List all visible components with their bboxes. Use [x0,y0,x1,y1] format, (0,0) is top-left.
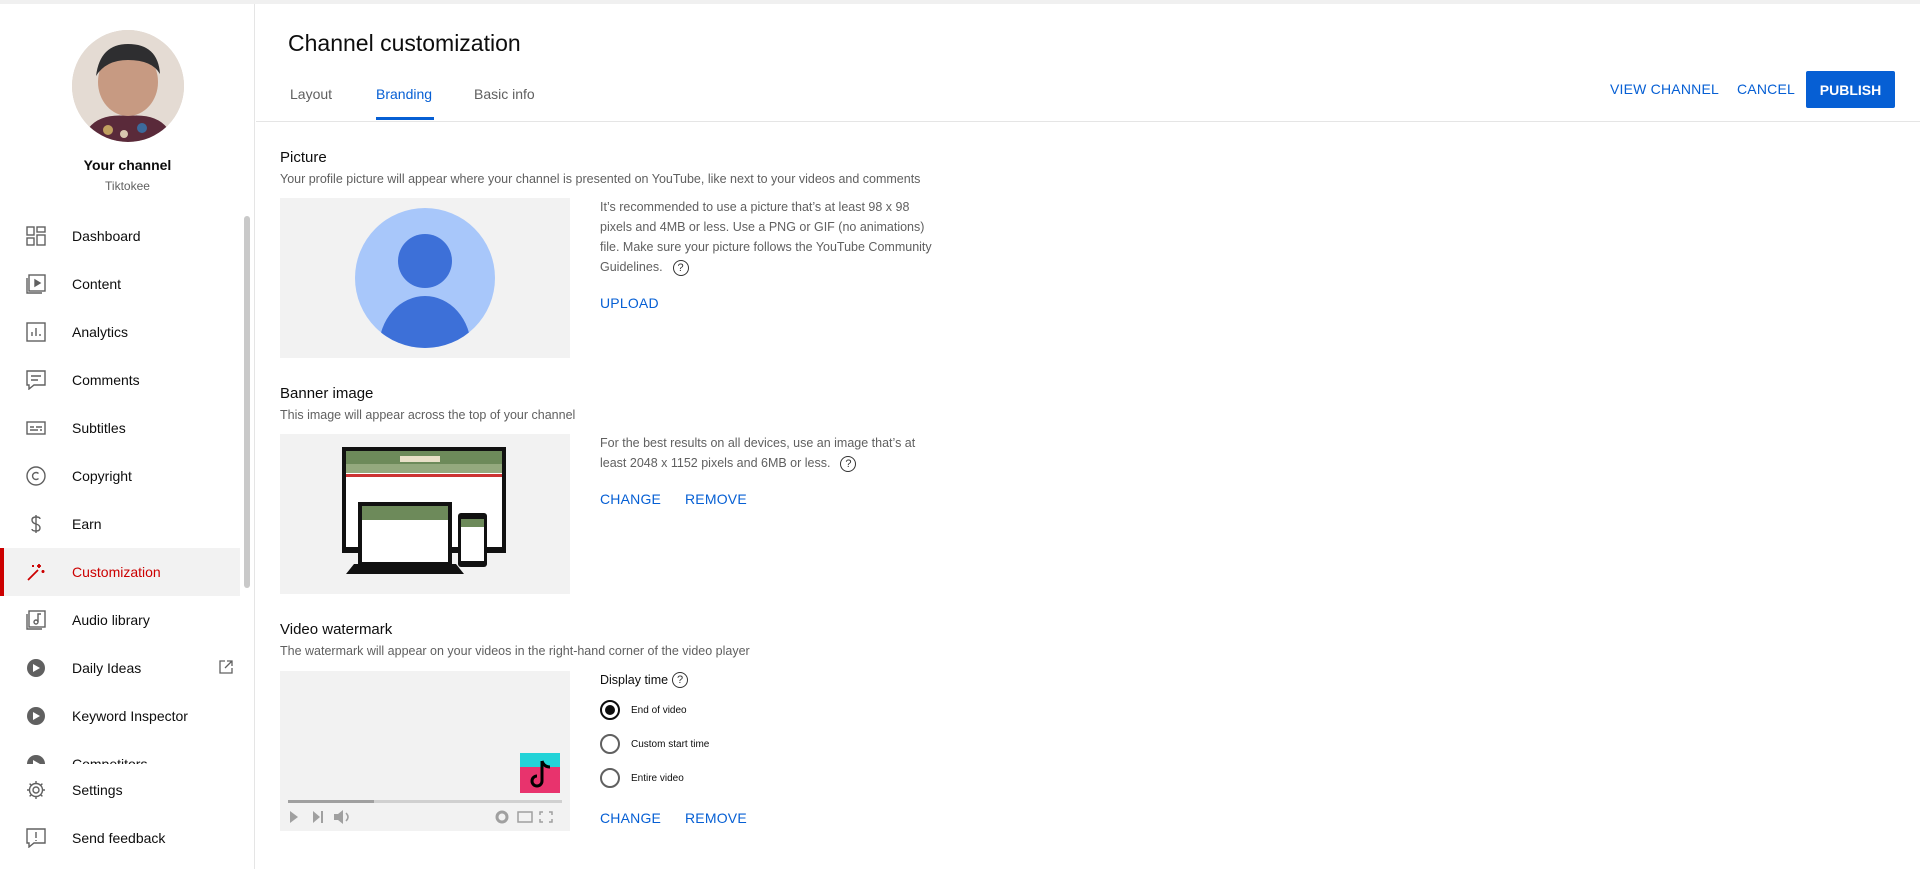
active-tab-indicator [376,117,434,120]
page-title: Channel customization [288,30,521,56]
extension-icon [26,706,46,726]
gear-icon [26,780,46,800]
radio-button[interactable] [600,734,620,754]
banner-info: For the best results on all devices, use… [600,433,940,473]
sidebar-item-audio-library[interactable]: Audio library [0,596,240,644]
sidebar-item-keyword-inspector[interactable]: Keyword Inspector [0,692,240,740]
open-external-icon[interactable] [218,659,234,675]
content-icon [26,274,46,294]
header-divider [256,121,1920,122]
profile-picture-preview [280,198,570,358]
sidebar-item-label: Competitors [72,756,148,764]
picture-section-description: Your profile picture will appear where y… [280,172,921,186]
tab-basic-info[interactable]: Basic info [474,86,535,120]
picture-section-title: Picture [280,149,327,166]
magic-wand-icon [26,562,46,582]
sidebar-item-label: Content [72,276,122,292]
tab-branding[interactable]: Branding [376,86,432,120]
radio-label: Entire video [631,772,684,784]
watermark-preview [280,671,570,831]
sidebar-item-analytics[interactable]: Analytics [0,308,240,356]
default-avatar-icon [355,208,495,348]
sidebar-item-label: Audio library [72,612,150,628]
sidebar-item-label: Send feedback [72,830,166,846]
banner-remove-button[interactable]: REMOVE [685,491,747,507]
extension-icon [26,658,46,678]
picture-info-text: It’s recommended to use a picture that’s… [600,200,932,274]
watermark-section-title: Video watermark [280,621,393,638]
sidebar: Your channel Tiktokee Dashboard Content … [0,4,255,869]
radio-label: End of video [631,704,687,716]
upload-button[interactable]: UPLOAD [600,295,659,311]
audio-library-icon [26,610,46,630]
sidebar-item-label: Daily Ideas [72,660,142,676]
sidebar-item-competitors[interactable]: Competitors [0,740,240,764]
watermark-change-button[interactable]: CHANGE [600,810,661,826]
display-time-text: Display time [600,673,669,687]
watermark-remove-button[interactable]: REMOVE [685,810,747,826]
sidebar-scrollbar[interactable] [244,216,250,588]
publish-button[interactable]: PUBLISH [1806,71,1895,108]
radio-entire-video[interactable]: Entire video [600,768,684,788]
sidebar-item-label: Analytics [72,324,129,340]
channel-title: Your channel [83,157,172,173]
devices-preview-image [342,447,506,574]
channel-avatar[interactable] [72,30,184,142]
dashboard-icon [26,226,46,246]
view-channel-button[interactable]: VIEW CHANNEL [1610,81,1719,97]
feedback-icon [26,828,46,848]
tab-layout[interactable]: Layout [290,86,332,120]
help-icon[interactable]: ? [840,455,857,472]
video-player-preview [288,753,562,824]
analytics-icon [26,322,46,342]
picture-info: It’s recommended to use a picture that’s… [600,197,940,277]
cancel-button[interactable]: CANCEL [1737,81,1795,97]
sidebar-item-label: Keyword Inspector [72,708,188,724]
comments-icon [26,370,46,390]
banner-section-title: Banner image [280,385,374,402]
sidebar-item-customization[interactable]: Customization [0,548,240,596]
extension-icon [26,754,46,764]
sidebar-item-label: Customization [72,564,161,580]
sidebar-item-daily-ideas[interactable]: Daily Ideas [0,644,240,692]
sidebar-item-content[interactable]: Content [0,260,240,308]
help-icon[interactable]: ? [672,672,689,688]
sidebar-item-label: Settings [72,782,123,798]
sidebar-item-label: Copyright [72,468,132,484]
banner-section-description: This image will appear across the top of… [280,408,576,422]
banner-info-text: For the best results on all devices, use… [600,436,916,470]
channel-handle: Tiktokee [105,179,150,193]
copyright-icon [26,466,46,486]
radio-button[interactable] [600,768,620,788]
sidebar-item-dashboard[interactable]: Dashboard [0,212,240,260]
display-time-label: Display time? [600,672,689,688]
sidebar-item-comments[interactable]: Comments [0,356,240,404]
watermark-section-description: The watermark will appear on your videos… [280,644,750,658]
subtitles-icon [26,418,46,438]
sidebar-item-copyright[interactable]: Copyright [0,452,240,500]
banner-change-button[interactable]: CHANGE [600,491,661,507]
radio-end-of-video[interactable]: End of video [600,700,687,720]
sidebar-item-label: Earn [72,516,102,532]
sidebar-item-subtitles[interactable]: Subtitles [0,404,240,452]
radio-button[interactable] [600,700,620,720]
sidebar-item-label: Dashboard [72,228,141,244]
sidebar-item-settings[interactable]: Settings [0,766,240,814]
sidebar-item-label: Comments [72,372,140,388]
radio-label: Custom start time [631,738,710,750]
help-icon[interactable]: ? [672,259,689,276]
top-border [0,0,1920,4]
sidebar-item-label: Subtitles [72,420,126,436]
earn-icon [26,514,46,534]
sidebar-clip: Competitors [0,740,240,764]
sidebar-item-send-feedback[interactable]: Send feedback [0,814,240,862]
radio-custom-start-time[interactable]: Custom start time [600,734,709,754]
sidebar-item-earn[interactable]: Earn [0,500,240,548]
banner-preview [280,434,570,594]
